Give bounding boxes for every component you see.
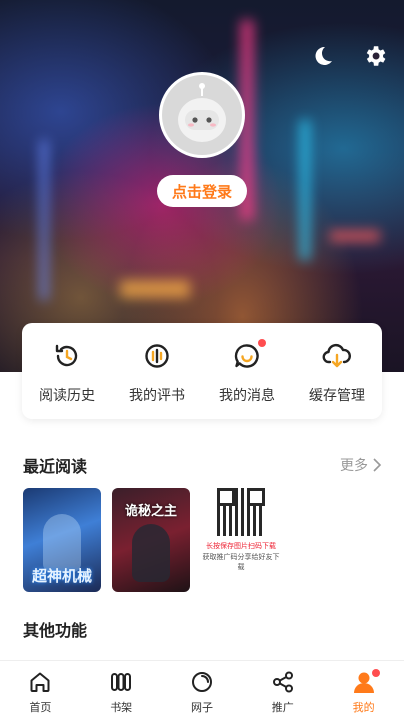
tab-label: 书架	[110, 701, 133, 714]
quick-action-label: 我的消息	[219, 388, 275, 404]
reading-history-button[interactable]: 阅读历史	[22, 323, 112, 419]
moon-icon[interactable]	[309, 42, 337, 70]
my-messages-button[interactable]: 我的消息	[202, 323, 292, 419]
recent-reading-title: 最近阅读	[23, 457, 88, 476]
qr-caption: 获取推广码分享给好友下载	[202, 553, 280, 571]
circle-icon	[189, 669, 215, 695]
cloud-download-icon	[322, 341, 352, 371]
avatar[interactable]	[159, 72, 245, 158]
chevron-right-icon	[373, 458, 382, 472]
more-link[interactable]: 更多	[340, 455, 382, 475]
tab-label: 推广	[271, 701, 294, 714]
cover-art	[43, 514, 81, 572]
quick-action-label: 我的评书	[129, 388, 185, 404]
quick-action-label: 阅读历史	[39, 388, 95, 404]
message-icon	[232, 341, 262, 371]
quick-actions-card: 阅读历史 我的评书 我的消息 缓存管理	[22, 323, 382, 419]
qr-code-icon	[217, 488, 265, 536]
cover-art	[132, 524, 170, 582]
book-title: 超神机械	[31, 567, 92, 585]
bookshelf-icon	[108, 669, 134, 695]
neon-light	[120, 280, 190, 298]
cache-management-button[interactable]: 缓存管理	[292, 323, 382, 419]
tab-promote[interactable]: 推广	[242, 661, 323, 720]
notification-dot	[372, 669, 381, 677]
qr-code-promo[interactable]: 长按保存图片扫码下载 获取推广码分享给好友下载	[200, 486, 282, 571]
tab-label: 网子	[190, 701, 213, 714]
history-icon	[52, 341, 82, 371]
more-label: 更多	[340, 458, 368, 474]
bottom-tab-bar: 首页 书架 网子 推广 我的	[0, 660, 404, 720]
tab-home[interactable]: 首页	[0, 661, 81, 720]
review-icon	[142, 341, 172, 371]
tab-circle[interactable]: 网子	[162, 661, 243, 720]
login-button[interactable]: 点击登录	[157, 175, 247, 207]
quick-action-label: 缓存管理	[309, 388, 365, 404]
neon-light	[40, 140, 48, 300]
other-functions-title: 其他功能	[23, 621, 88, 640]
share-icon	[270, 669, 296, 695]
tab-label: 首页	[29, 701, 52, 714]
my-reviews-button[interactable]: 我的评书	[112, 323, 202, 419]
book-title: 诡秘之主	[124, 504, 177, 519]
book-cover[interactable]: 诡秘之主	[112, 488, 190, 592]
unread-dot	[258, 339, 266, 347]
tab-profile[interactable]: 我的	[323, 661, 404, 720]
tab-bookshelf[interactable]: 书架	[81, 661, 162, 720]
robot-avatar-icon	[178, 83, 226, 142]
home-icon	[27, 669, 53, 695]
tab-label: 我的	[352, 701, 375, 714]
qr-caption: 长按保存图片扫码下载	[206, 542, 276, 550]
book-cover[interactable]: 超神机械	[23, 488, 101, 592]
neon-light	[300, 120, 310, 260]
neon-light	[330, 230, 380, 242]
gear-icon[interactable]	[361, 42, 389, 70]
